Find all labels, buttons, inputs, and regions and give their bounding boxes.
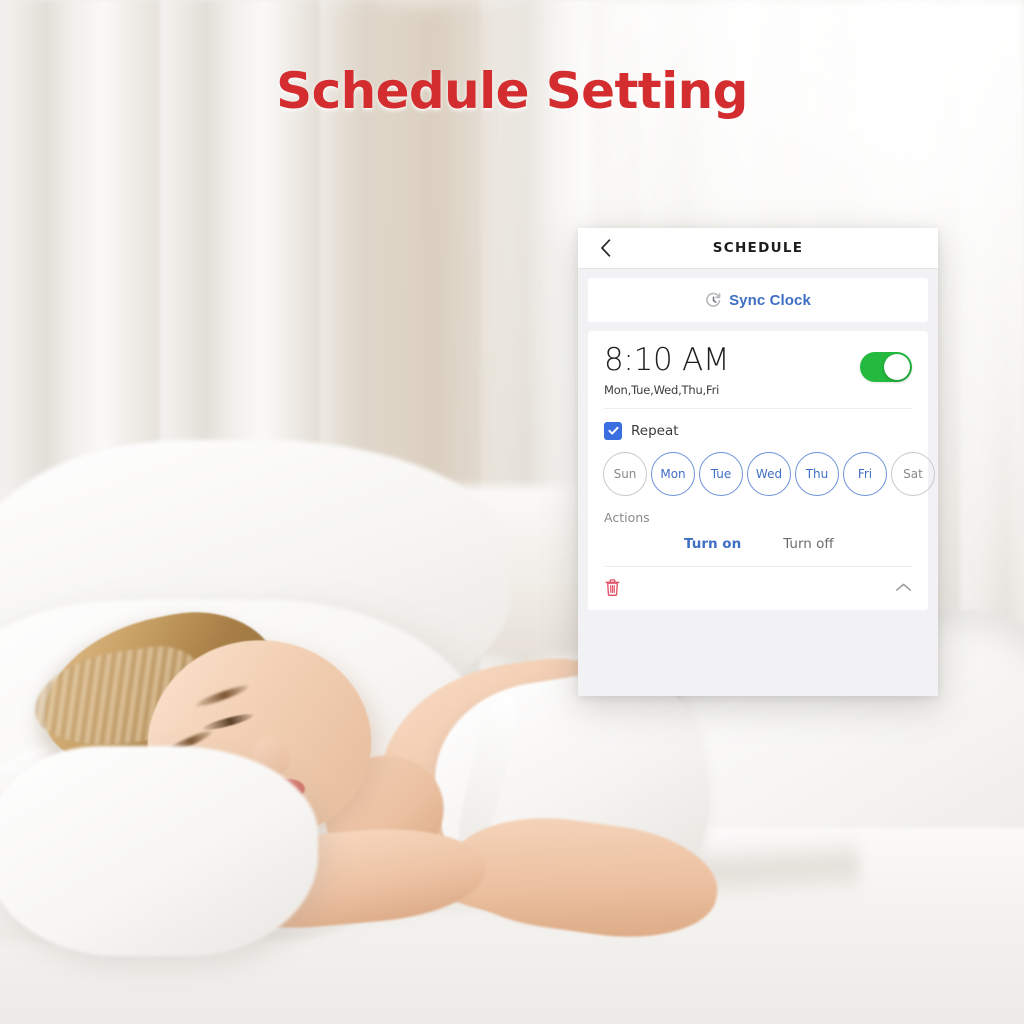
actions-row: Turn on Turn off bbox=[588, 525, 928, 566]
sync-clock-button[interactable]: Sync Clock bbox=[588, 278, 928, 322]
schedule-enable-toggle[interactable] bbox=[860, 352, 912, 382]
schedule-time[interactable]: 8:10 AM bbox=[604, 344, 730, 377]
day-pill-mon[interactable]: Mon bbox=[651, 451, 695, 496]
day-pill-fri[interactable]: Fri bbox=[843, 451, 887, 496]
collapse-schedule-button[interactable] bbox=[895, 582, 912, 593]
turn-off-button[interactable]: Turn off bbox=[783, 536, 833, 552]
turn-on-button[interactable]: Turn on bbox=[684, 536, 741, 552]
day-pill-thu[interactable]: Thu bbox=[795, 451, 839, 496]
schedule-card: 8:10 AM Mon,Tue,Wed,Thu,Fri Repeat Sun Mo bbox=[588, 331, 935, 610]
repeat-row: Repeat bbox=[588, 409, 928, 440]
pillow-front bbox=[0, 746, 318, 956]
delete-schedule-button[interactable] bbox=[604, 578, 621, 597]
sync-clock-label: Sync Clock bbox=[729, 291, 811, 309]
toggle-knob bbox=[884, 354, 910, 380]
day-pill-tue[interactable]: Tue bbox=[699, 451, 743, 496]
screenshot-stage: Schedule Setting SCHEDULE Sync Clock 8:1… bbox=[0, 0, 1024, 1024]
day-pill-label: Wed bbox=[755, 466, 783, 481]
back-button[interactable] bbox=[588, 228, 622, 268]
repeat-checkbox[interactable] bbox=[604, 421, 622, 440]
day-pill-label: Tue bbox=[710, 466, 732, 481]
day-pill-sun[interactable]: Sun bbox=[603, 451, 647, 496]
schedule-time-row: 8:10 AM Mon,Tue,Wed,Thu,Fri bbox=[588, 331, 928, 408]
day-pill-label: Sun bbox=[613, 466, 637, 481]
sync-clock-icon bbox=[706, 292, 721, 307]
check-icon bbox=[607, 426, 619, 435]
page-title: Schedule Setting bbox=[276, 62, 748, 120]
app-navbar: SCHEDULE bbox=[578, 228, 938, 269]
phone-screenshot-panel: SCHEDULE Sync Clock 8:10 AM Mon,Tue,Wed,… bbox=[578, 228, 938, 696]
day-selector-row: Sun Mon Tue Wed Thu Fri Sat bbox=[588, 440, 935, 496]
schedule-days-summary: Mon,Tue,Wed,Thu,Fri bbox=[604, 382, 720, 397]
repeat-label: Repeat bbox=[631, 422, 679, 439]
chevron-left-icon bbox=[600, 239, 610, 257]
navbar-title: SCHEDULE bbox=[712, 240, 804, 256]
day-pill-sat[interactable]: Sat bbox=[891, 451, 935, 496]
schedule-footer-row bbox=[588, 567, 928, 610]
trash-icon bbox=[605, 578, 620, 596]
day-pill-label: Thu bbox=[805, 466, 829, 481]
actions-label: Actions bbox=[604, 509, 650, 525]
schedule-time-block: 8:10 AM Mon,Tue,Wed,Thu,Fri bbox=[604, 344, 730, 397]
day-pill-label: Fri bbox=[857, 466, 873, 481]
day-pill-wed[interactable]: Wed bbox=[747, 451, 791, 496]
chevron-up-icon bbox=[895, 583, 912, 591]
day-pill-label: Mon bbox=[660, 466, 686, 481]
day-pill-label: Sat bbox=[903, 466, 923, 481]
